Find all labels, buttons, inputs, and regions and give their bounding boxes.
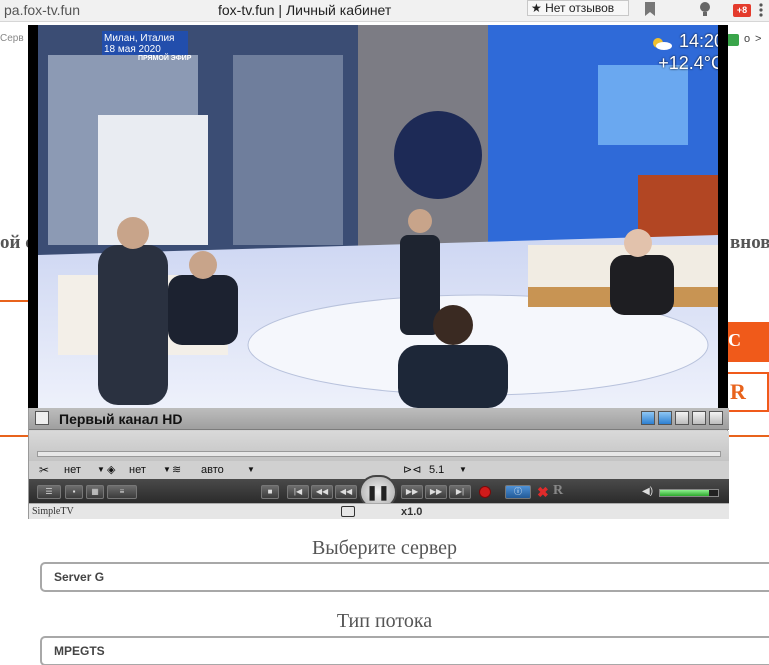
location-overlay: Милан, Италия 18 мая 2020 <box>104 33 188 55</box>
volume-slider[interactable] <box>659 489 719 497</box>
grid-view-icon[interactable]: ▦ <box>86 485 104 499</box>
location-overlay-line2: 18 мая 2020 <box>104 44 161 55</box>
collapse-icon[interactable] <box>35 411 49 425</box>
sound-channels-icon[interactable]: ⊳⊲ <box>403 463 421 477</box>
info-icon[interactable]: ⓘ <box>505 485 531 499</box>
server-select[interactable]: Server G <box>40 562 769 592</box>
tv-studio-scene <box>38 25 718 408</box>
subtitles-select[interactable]: нет <box>64 463 81 477</box>
view-mode-icon[interactable]: ▪ <box>65 485 83 499</box>
location-overlay-line1: Милан, Италия <box>104 33 175 44</box>
close-window-icon[interactable] <box>709 411 723 425</box>
stream-type-label: Тип потока <box>336 610 433 632</box>
bookmark-item-fragment-right[interactable]: o <box>744 33 750 45</box>
notification-badge[interactable]: +8 <box>733 4 751 17</box>
address-bar-url[interactable]: pa.fox-tv.fun <box>4 0 80 20</box>
extension-icon[interactable] <box>727 34 739 46</box>
skip-forward-icon[interactable]: ▶| <box>449 485 471 499</box>
equalizer-icon[interactable]: ≡ <box>107 485 137 499</box>
playback-speed[interactable]: x1.0 <box>401 505 422 519</box>
media-player: Первый канал HD ✂ нет ▼ ◈ нет ▼ ≋ авто ▼… <box>28 408 729 519</box>
stream-type-select[interactable]: MPEGTS <box>40 636 769 665</box>
divider <box>0 300 30 302</box>
subtitles-icon[interactable]: ✂ <box>39 463 49 477</box>
weather-cloud-icon <box>653 38 672 50</box>
lightbulb-icon[interactable] <box>698 1 712 17</box>
audio-track-select[interactable]: нет <box>129 463 146 477</box>
bookmark-icon[interactable] <box>643 1 657 17</box>
background-outline-button-label: R <box>730 379 746 404</box>
reviews-button[interactable]: ★ Нет отзывов <box>527 0 629 16</box>
controls-row: ☰ ▪ ▦ ≡ ■ |◀ ◀◀ ◀◀ ❚❚ ▶▶ ▶▶ ▶| ⓘ ✖ R ◀) <box>29 475 729 509</box>
bookmark-item-fragment[interactable]: Серв <box>0 33 24 44</box>
divider <box>0 435 30 437</box>
fast-forward-icon[interactable]: ▶▶ <box>401 485 423 499</box>
chevron-down-icon[interactable]: ▼ <box>163 463 171 477</box>
chevron-down-icon[interactable]: ▼ <box>459 463 467 477</box>
progress-area <box>29 431 729 461</box>
temperature-overlay: +12.4°C <box>658 53 718 73</box>
aspect-select[interactable]: авто <box>201 463 224 477</box>
background-heading-fragment-right: вновн <box>730 232 769 253</box>
camera-icon[interactable] <box>341 506 355 517</box>
video-display[interactable]: Милан, Италия 18 мая 2020 ПРЯМОЙ ЭФИР 14… <box>38 25 718 408</box>
next-icon[interactable]: ▶▶ <box>425 485 447 499</box>
seek-bar[interactable] <box>37 451 721 457</box>
browser-top-bar: pa.fox-tv.fun fox-tv.fun | Личный кабине… <box>0 0 769 22</box>
player-brand: SimpleTV <box>32 506 74 517</box>
rewind-icon[interactable]: ◀◀ <box>335 485 357 499</box>
close-icon[interactable]: ✖ <box>537 485 549 499</box>
background-orange-button-label: С <box>728 330 741 350</box>
chevron-down-icon[interactable]: ▼ <box>97 463 105 477</box>
window-title: fox-tv.fun | Личный кабинет <box>218 2 392 18</box>
status-row: SimpleTV x1.0 <box>29 503 729 519</box>
snapshot-window-icon[interactable] <box>641 411 655 425</box>
audio-track-icon[interactable]: ◈ <box>107 463 115 477</box>
divider <box>728 435 769 437</box>
bookmarks-overflow-icon[interactable]: > <box>755 33 761 45</box>
skip-back-icon[interactable]: |◀ <box>287 485 309 499</box>
server-label: Выберите сервер <box>311 537 458 559</box>
player-title-bar[interactable]: Первый канал HD <box>29 408 729 430</box>
chevron-down-icon[interactable]: ▼ <box>247 463 255 477</box>
aspect-icon[interactable]: ≋ <box>172 463 181 477</box>
time-overlay: 14:20 <box>678 31 718 51</box>
previous-icon[interactable]: ◀◀ <box>311 485 333 499</box>
restore-window-icon[interactable] <box>675 411 689 425</box>
browser-menu-icon[interactable] <box>756 2 766 18</box>
stop-icon[interactable]: ■ <box>261 485 279 499</box>
volume-icon[interactable]: ◀) <box>642 486 654 498</box>
minimize-window-icon[interactable] <box>692 411 706 425</box>
pip-window-icon[interactable] <box>658 411 672 425</box>
volume-level <box>660 490 710 496</box>
channel-title: Первый канал HD <box>59 411 183 427</box>
playlist-icon[interactable]: ☰ <box>37 485 61 499</box>
repeat-icon[interactable]: R <box>553 484 563 498</box>
live-overlay: ПРЯМОЙ ЭФИР <box>138 55 192 62</box>
record-icon[interactable] <box>479 486 491 498</box>
sound-channels-select[interactable]: 5.1 <box>429 463 444 477</box>
